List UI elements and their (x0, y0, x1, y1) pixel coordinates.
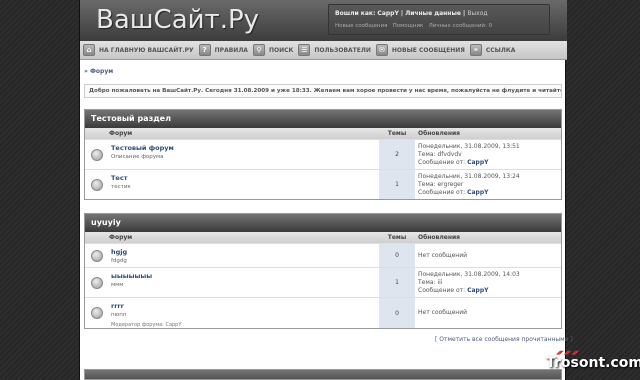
personal-data-link[interactable]: Личные данные (405, 10, 461, 17)
last-post-user[interactable]: CappY (467, 189, 488, 196)
new-messages-link[interactable]: Новые сообщения (335, 23, 387, 29)
last-post-by: Сообщение от: (418, 159, 468, 166)
forum-row: Тест тестик 1 Понедельник, 31.08.2009, 1… (85, 169, 561, 199)
breadcrumb[interactable]: » Форум (84, 68, 113, 75)
forum-status-icon (91, 276, 103, 289)
updates-column-header: Обновления (418, 234, 461, 241)
nav-rules[interactable]: ? Правила (198, 43, 248, 58)
last-post-topic: Нет сообщений (418, 309, 468, 316)
forum-name-link[interactable]: ыыыыыыы (111, 272, 377, 280)
topic-count: 1 (379, 170, 415, 199)
topic-count: 0 (379, 298, 415, 328)
forum-description: ммм (111, 282, 124, 288)
topics-column-header: Темы (387, 130, 407, 137)
forum-status-icon (91, 148, 103, 161)
forum-row: ыыыыыыы ммм 1 Понедельник, 31.08.2009, 1… (85, 267, 561, 297)
rules-icon: ? (198, 44, 211, 56)
last-post-date: Понедельник, 31.08.2009, 13:51 (418, 143, 520, 150)
forum-name-link[interactable]: Тестовый форум (111, 144, 377, 152)
forum-row: rrrr пюпп Модератор форума: CappY 0 Нет … (85, 297, 561, 328)
link-icon: ⚭ (469, 44, 482, 56)
forum-description: Описание форума (111, 154, 164, 160)
nav-label: Ссылка (485, 46, 516, 54)
logged-in-label[interactable]: Вошли как: CappY (335, 10, 399, 17)
topic-count: 0 (379, 244, 415, 267)
logout-link[interactable]: Выход (467, 10, 487, 17)
last-post-by: Сообщение от: (418, 189, 468, 196)
forum-description: fdgdg (111, 258, 127, 264)
forum-row: hgjg fdgdg 0 Нет сообщений (85, 243, 561, 267)
category-block: Тестовый раздел Форум Темы Обновления Те… (84, 109, 562, 200)
separator: | (400, 10, 404, 17)
last-post-by: Сообщение от: (418, 287, 468, 294)
forum-description: тестик (111, 184, 131, 190)
last-post-topic[interactable]: Тема: dfvdvdv (418, 151, 558, 159)
forum-page: ВашСайт.Ру Вошли как: CappY | Личные дан… (79, 0, 573, 380)
forum-status-icon (91, 307, 103, 319)
topic-count: 2 (379, 140, 415, 169)
last-post-date: Понедельник, 31.08.2009, 14:03 (418, 271, 520, 278)
last-post-topic[interactable]: Тема: ergreger (418, 181, 558, 189)
topic-count: 1 (379, 268, 415, 297)
main-nav: ⌂ на главную ВашСайт.Ру ? Правила ⚲ Поис… (80, 41, 567, 60)
new-posts-icon: ✉ (375, 44, 388, 56)
mark-all-read-link[interactable]: [ Отметить все сообщения прочитанными ] (435, 336, 573, 343)
home-icon: ⌂ (83, 44, 95, 56)
nav-label: Новые сообщения (391, 46, 465, 54)
forum-row: Тестовый форум Описание форума 2 Понедел… (85, 139, 561, 169)
forum-status-icon (91, 178, 103, 191)
nav-link[interactable]: ⚭ Ссылка (469, 43, 516, 58)
last-post-user[interactable]: CappY (467, 159, 488, 166)
topics-column-header: Темы (387, 234, 407, 241)
nav-search[interactable]: ⚲ Поиск (252, 43, 294, 58)
users-icon: ☰ (298, 44, 311, 56)
last-post-topic[interactable]: Тема: iii (418, 279, 558, 287)
last-post-date: Понедельник, 31.08.2009, 13:24 (418, 173, 520, 180)
nav-home[interactable]: ⌂ на главную ВашСайт.Ру (83, 43, 194, 58)
help-link[interactable]: Помощник (393, 23, 424, 29)
nav-label: Пользователи (314, 46, 371, 54)
forum-moderator[interactable]: Модератор форума: CappY (111, 322, 377, 328)
watermark: Trosont.com (546, 355, 640, 371)
forum-name-link[interactable]: rrrr (111, 302, 377, 310)
last-post-topic: Нет сообщений (418, 251, 468, 259)
search-icon: ⚲ (252, 44, 265, 56)
category-title[interactable]: uyuyiy (85, 214, 561, 232)
nav-label: Правила (214, 46, 248, 54)
table-header: Форум Темы Обновления (85, 128, 561, 139)
forum-column-header: Форум (109, 234, 133, 241)
forum-name-link[interactable]: hgjg (111, 248, 377, 256)
site-logo[interactable]: ВашСайт.Ру (96, 5, 259, 35)
user-panel: Вошли как: CappY | Личные данные | Выход… (328, 4, 550, 35)
private-messages-link[interactable]: Личных сообщений: 0 (429, 23, 492, 29)
forum-name-link[interactable]: Тест (111, 174, 377, 182)
nav-new-posts[interactable]: ✉ Новые сообщения (375, 43, 465, 58)
nav-label: на главную ВашСайт.Ру (99, 46, 194, 54)
site-header: ВашСайт.Ру Вошли как: CappY | Личные дан… (80, 0, 567, 41)
forum-status-icon (91, 249, 103, 262)
nav-label: Поиск (268, 46, 294, 54)
updates-column-header: Обновления (418, 130, 461, 137)
last-post-user[interactable]: CappY (467, 287, 488, 294)
forum-column-header: Форум (109, 130, 133, 137)
category-block-next (84, 369, 562, 380)
separator: | (463, 10, 466, 17)
welcome-message: Добро пожаловать на ВашСайт.Ру. Сегодня … (84, 84, 562, 98)
nav-users[interactable]: ☰ Пользователи (298, 43, 371, 58)
table-header: Форум Темы Обновления (85, 232, 561, 243)
category-title[interactable]: Тестовый раздел (85, 110, 561, 128)
forum-description: пюпп (111, 312, 127, 318)
category-block: uyuyiy Форум Темы Обновления hgjg fdgdg … (84, 213, 562, 329)
